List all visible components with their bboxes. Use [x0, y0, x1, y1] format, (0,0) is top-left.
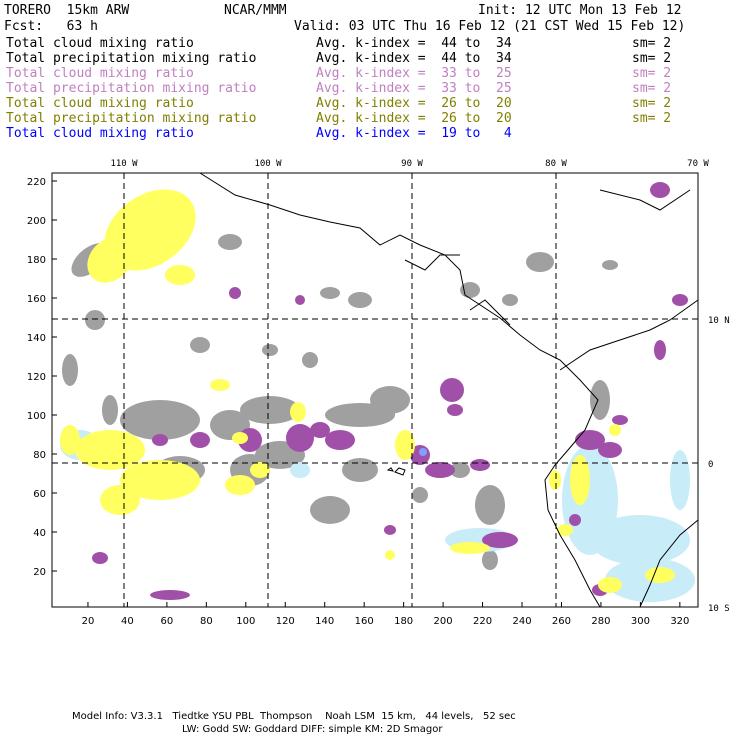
y-tick-label: 120 — [27, 372, 46, 383]
field-blob — [412, 487, 428, 503]
x-tick-label: 300 — [631, 616, 650, 627]
lon-label: 80 W — [545, 159, 567, 169]
field-blob — [102, 395, 118, 425]
lon-label: 70 W — [687, 159, 709, 169]
field-blob — [232, 432, 248, 444]
x-tick-label: 100 — [236, 616, 255, 627]
field-blob — [470, 459, 490, 471]
field-blob — [670, 450, 690, 510]
lat-label: 10 S — [708, 604, 730, 614]
x-tick-label: 60 — [161, 616, 174, 627]
lon-label: 90 W — [401, 159, 423, 169]
galapagos-islands — [386, 467, 406, 476]
field-blob — [218, 234, 242, 250]
y-tick-label: 200 — [27, 216, 46, 227]
field-blob — [654, 340, 666, 360]
y-tick-label: 140 — [27, 333, 46, 344]
field-blob — [598, 442, 622, 458]
field-blob — [295, 295, 305, 305]
x-tick-label: 260 — [552, 616, 571, 627]
field-blob — [482, 550, 498, 570]
field-blob — [384, 525, 396, 535]
field-fills — [60, 182, 695, 602]
lat-label: 0 — [708, 460, 713, 470]
field-blob — [310, 496, 350, 524]
field-blob — [385, 550, 395, 560]
field-blob — [302, 352, 318, 368]
y-tick-label: 80 — [33, 450, 46, 461]
field-blob — [645, 567, 675, 583]
field-blob — [225, 475, 255, 495]
field-blob — [152, 434, 168, 446]
field-blob — [598, 577, 622, 593]
lon-label: 100 W — [254, 159, 282, 169]
x-tick-label: 80 — [200, 616, 213, 627]
x-tick-label: 20 — [82, 616, 95, 627]
x-tick-label: 280 — [591, 616, 610, 627]
x-tick-label: 140 — [315, 616, 334, 627]
field-blob — [342, 458, 378, 482]
field-blob — [612, 415, 628, 425]
footer-line1: Model Info: V3.3.1 Tiedtke YSU PBL Thomp… — [72, 711, 516, 722]
field-blob — [85, 310, 105, 330]
y-tick-label: 100 — [27, 411, 46, 422]
field-blob — [262, 344, 278, 356]
map-plot: 110 W 100 W 90 W 80 W 70 W 10 N 0 10 S 20 40 60 80 1… — [27, 159, 730, 627]
field-blob — [549, 470, 561, 490]
field-blob — [150, 590, 190, 600]
field-blob — [502, 294, 518, 306]
x-tick-label: 200 — [434, 616, 453, 627]
y-tick-label: 60 — [33, 489, 46, 500]
field-blob — [370, 386, 410, 414]
field-blob — [650, 182, 670, 198]
y-tick-label: 20 — [33, 567, 46, 578]
x-tick-label: 180 — [394, 616, 413, 627]
x-tick-label: 320 — [670, 616, 689, 627]
field-blob — [62, 354, 78, 386]
field-blob — [60, 425, 80, 455]
x-tick-label: 160 — [355, 616, 374, 627]
y-tick-label: 180 — [27, 255, 46, 266]
field-blob — [526, 252, 554, 272]
field-blob — [425, 462, 455, 478]
field-blob — [286, 424, 314, 452]
footer-line2: LW: Godd SW: Goddard DIFF: simple KM: 2D… — [182, 724, 443, 735]
field-blob — [672, 294, 688, 306]
field-blob — [320, 287, 340, 299]
field-blob — [590, 515, 690, 565]
lon-label: 110 W — [110, 159, 138, 169]
field-blob — [190, 337, 210, 353]
field-blob — [290, 402, 306, 422]
x-tick-label: 120 — [276, 616, 295, 627]
field-blob — [290, 462, 310, 478]
field-blob — [325, 430, 355, 450]
field-blob — [419, 448, 427, 456]
field-blob — [450, 542, 490, 554]
field-blob — [602, 260, 618, 270]
field-blob — [447, 404, 463, 416]
field-blob — [590, 380, 610, 420]
lat-label: 10 N — [708, 316, 730, 326]
field-blob — [210, 379, 230, 391]
field-blob — [348, 292, 372, 308]
x-tick-label: 40 — [121, 616, 134, 627]
field-blob — [190, 432, 210, 448]
y-tick-label: 160 — [27, 294, 46, 305]
field-blob — [440, 378, 464, 402]
x-tick-label: 220 — [473, 616, 492, 627]
y-tick-label: 40 — [33, 528, 46, 539]
field-blob — [92, 552, 108, 564]
field-blob — [475, 485, 505, 525]
field-blob — [165, 265, 195, 285]
field-blob — [569, 514, 581, 526]
x-tick-label: 240 — [512, 616, 531, 627]
field-blob — [229, 287, 241, 299]
field-blob — [100, 485, 140, 515]
y-tick-label: 220 — [27, 177, 46, 188]
field-blob — [609, 424, 621, 436]
field-blob — [250, 462, 270, 478]
field-blob — [75, 430, 145, 470]
